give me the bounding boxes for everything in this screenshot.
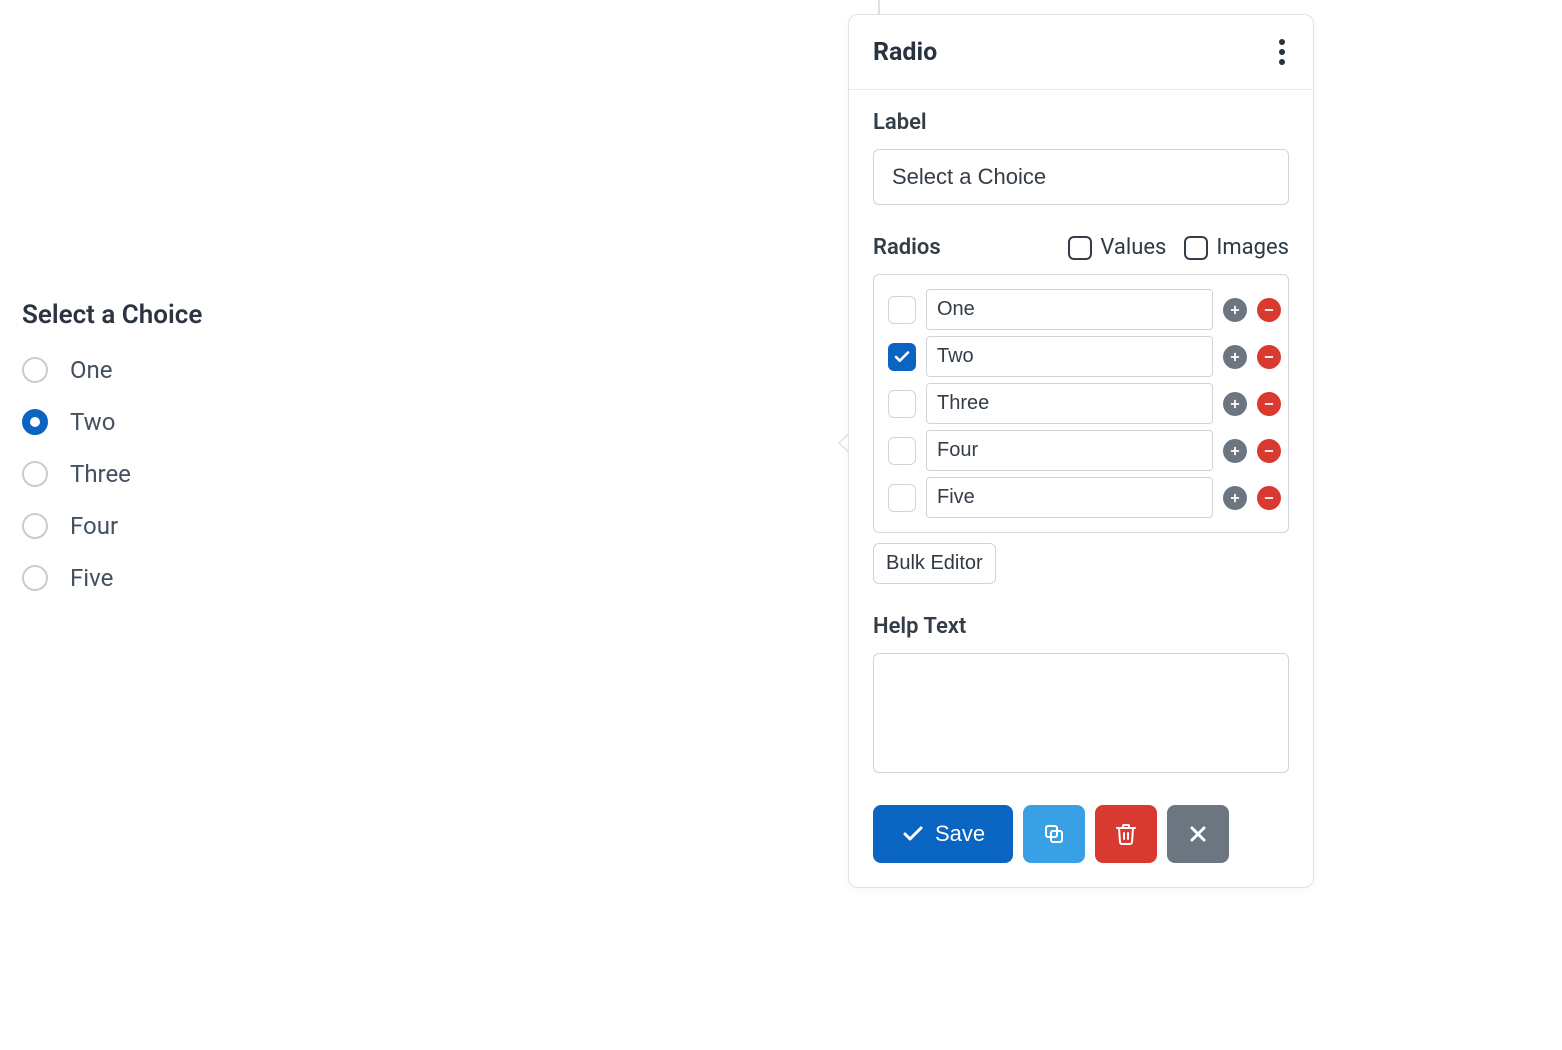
option-value-input[interactable] xyxy=(926,383,1213,424)
add-option-button[interactable] xyxy=(1223,439,1247,463)
option-default-checkbox[interactable] xyxy=(888,390,916,418)
option-default-checkbox[interactable] xyxy=(888,437,916,465)
radios-heading: Radios xyxy=(873,235,941,260)
option-value-input[interactable] xyxy=(926,289,1213,330)
radio-label: Three xyxy=(70,460,131,488)
copy-icon xyxy=(1042,822,1066,846)
preview-radio-option[interactable]: Two xyxy=(22,408,202,436)
values-toggle[interactable]: Values xyxy=(1068,235,1166,260)
option-default-checkbox[interactable] xyxy=(888,296,916,324)
check-icon xyxy=(901,822,925,846)
panel-header: Radio xyxy=(849,15,1313,90)
option-row xyxy=(888,477,1274,518)
preview-radio-list: One Two Three Four Five xyxy=(22,356,202,592)
option-default-checkbox[interactable] xyxy=(888,343,916,371)
close-button[interactable] xyxy=(1167,805,1229,863)
remove-option-button[interactable] xyxy=(1257,439,1281,463)
values-toggle-label: Values xyxy=(1100,235,1166,260)
bulk-editor-button[interactable]: Bulk Editor xyxy=(873,543,996,584)
checkbox-icon xyxy=(1184,236,1208,260)
form-preview: Select a Choice One Two Three Four Five xyxy=(22,300,202,592)
radio-config-panel: Radio Label Radios Values Images xyxy=(848,14,1314,888)
radio-label: Four xyxy=(70,512,118,540)
images-toggle[interactable]: Images xyxy=(1184,235,1289,260)
help-text-input[interactable] xyxy=(873,653,1289,773)
preview-question-label: Select a Choice xyxy=(22,300,202,330)
option-row xyxy=(888,430,1274,471)
save-button[interactable]: Save xyxy=(873,805,1013,863)
radio-icon xyxy=(22,409,48,435)
option-row xyxy=(888,383,1274,424)
close-icon xyxy=(1186,822,1210,846)
panel-title: Radio xyxy=(873,38,937,67)
trash-icon xyxy=(1114,822,1138,846)
preview-radio-option[interactable]: Three xyxy=(22,460,202,488)
save-button-label: Save xyxy=(935,821,985,847)
radio-icon xyxy=(22,357,48,383)
add-option-button[interactable] xyxy=(1223,486,1247,510)
remove-option-button[interactable] xyxy=(1257,345,1281,369)
remove-option-button[interactable] xyxy=(1257,486,1281,510)
radio-icon xyxy=(22,565,48,591)
option-row xyxy=(888,336,1274,377)
delete-button[interactable] xyxy=(1095,805,1157,863)
label-input[interactable] xyxy=(873,149,1289,205)
radio-icon xyxy=(22,461,48,487)
checkbox-icon xyxy=(1068,236,1092,260)
images-toggle-label: Images xyxy=(1216,235,1289,260)
copy-button[interactable] xyxy=(1023,805,1085,863)
preview-radio-option[interactable]: Four xyxy=(22,512,202,540)
option-row xyxy=(888,289,1274,330)
radio-icon xyxy=(22,513,48,539)
radio-label: Five xyxy=(70,564,113,592)
option-value-input[interactable] xyxy=(926,336,1213,377)
remove-option-button[interactable] xyxy=(1257,392,1281,416)
option-value-input[interactable] xyxy=(926,477,1213,518)
label-field-heading: Label xyxy=(873,110,1289,135)
help-text-heading: Help Text xyxy=(873,614,1289,639)
add-option-button[interactable] xyxy=(1223,345,1247,369)
more-options-button[interactable] xyxy=(1275,35,1289,69)
radio-label: One xyxy=(70,356,113,384)
option-default-checkbox[interactable] xyxy=(888,484,916,512)
preview-radio-option[interactable]: Five xyxy=(22,564,202,592)
radio-label: Two xyxy=(70,408,115,436)
preview-radio-option[interactable]: One xyxy=(22,356,202,384)
add-option-button[interactable] xyxy=(1223,298,1247,322)
add-option-button[interactable] xyxy=(1223,392,1247,416)
remove-option-button[interactable] xyxy=(1257,298,1281,322)
options-list xyxy=(873,274,1289,533)
option-value-input[interactable] xyxy=(926,430,1213,471)
